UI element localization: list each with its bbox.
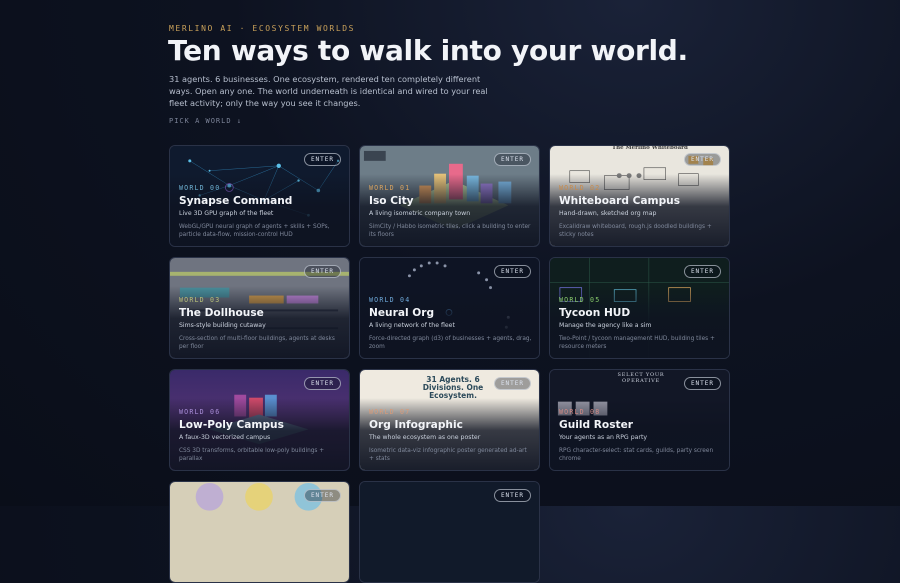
world-name: Org Infographic <box>369 419 463 431</box>
world-tagline: A living network of the fleet <box>369 322 455 329</box>
world-name: Synapse Command <box>179 195 293 207</box>
world-description: Two-Point / tycoon management HUD, build… <box>559 336 715 350</box>
enter-button[interactable]: ENTER <box>683 153 721 166</box>
eyebrow-label: MERLINO AI · ECOSYSTEM WORLDS <box>169 24 356 33</box>
world-description: WebGL/GPU neural graph of agents + skill… <box>179 224 330 238</box>
infographic-art-title: 31 Agents. 6 Divisions. One Ecosystem. <box>422 375 484 400</box>
enter-button[interactable]: ENTER <box>303 153 341 166</box>
world-name: Guild Roster <box>559 419 633 431</box>
world-name: Tycoon HUD <box>559 307 631 319</box>
world-tagline: A faux-3D vectorized campus <box>179 434 271 441</box>
enter-button[interactable]: ENTER <box>493 153 531 166</box>
enter-button[interactable]: ENTER <box>303 489 341 502</box>
enter-button[interactable]: ENTER <box>493 265 531 278</box>
world-tag: WORLD 02 <box>559 184 601 192</box>
world-tag: WORLD 07 <box>369 408 411 416</box>
world-description: Excalidraw whiteboard, rough.js doodled … <box>559 224 712 238</box>
world-tag: WORLD 03 <box>179 296 221 304</box>
enter-button[interactable]: ENTER <box>683 265 721 278</box>
world-card-low-poly-campus[interactable]: ENTER WORLD 06 Low-Poly Campus A faux-3D… <box>169 369 350 471</box>
world-tag: WORLD 08 <box>559 408 601 416</box>
world-name: Low-Poly Campus <box>179 419 284 431</box>
world-description: SimCity / Habbo isometric tiles, click a… <box>369 224 531 238</box>
enter-button[interactable]: ENTER <box>683 377 721 390</box>
world-card-org-infographic[interactable]: 31 Agents. 6 Divisions. One Ecosystem. E… <box>359 369 540 471</box>
world-card-neural-org[interactable]: ENTER WORLD 04 Neural Org A living netwo… <box>359 257 540 359</box>
world-name: The Dollhouse <box>179 307 264 319</box>
enter-button[interactable]: ENTER <box>493 377 531 390</box>
world-card-whiteboard-campus[interactable]: The Merlino Whiteboard ENTER WORLD 02 Wh… <box>549 145 730 247</box>
world-card-synapse-command[interactable]: ENTER WORLD 00 Synapse Command Live 3D G… <box>169 145 350 247</box>
world-tag: WORLD 05 <box>559 296 601 304</box>
world-tagline: Sims-style building cutaway <box>179 322 266 329</box>
whiteboard-art-title: The Merlino Whiteboard <box>612 145 688 151</box>
world-card-iso-city[interactable]: ENTER WORLD 01 Iso City A living isometr… <box>359 145 540 247</box>
enter-button[interactable]: ENTER <box>303 265 341 278</box>
world-card-guild-roster[interactable]: SELECT YOUR OPERATIVE ENTER WORLD 08 Gui… <box>549 369 730 471</box>
world-description: Isometric data-viz infographic poster ge… <box>369 448 527 462</box>
world-tag: WORLD 06 <box>179 408 221 416</box>
world-grid: ENTER WORLD 00 Synapse Command Live 3D G… <box>169 145 730 583</box>
world-tag: WORLD 01 <box>369 184 411 192</box>
enter-button[interactable]: ENTER <box>493 489 531 502</box>
world-description: Force-directed graph (d3) of businesses … <box>369 336 532 350</box>
guild-roster-art-title: SELECT YOUR OPERATIVE <box>617 372 665 384</box>
page-subtitle: 31 agents. 6 businesses. One ecosystem, … <box>169 74 488 108</box>
world-tag: WORLD 00 <box>179 184 221 192</box>
world-tagline: Manage the agency like a sim <box>559 322 652 329</box>
world-tagline: Your agents as an RPG party <box>559 434 648 441</box>
world-tagline: Live 3D GPU graph of the fleet <box>179 210 274 217</box>
enter-button[interactable]: ENTER <box>303 377 341 390</box>
world-tagline: A living isometric company town <box>369 210 471 217</box>
pick-world-link[interactable]: PICK A WORLD ↓ <box>169 117 242 125</box>
world-description: RPG character-select: stat cards, guilds… <box>559 448 714 462</box>
world-name: Iso City <box>369 195 414 207</box>
world-name: Whiteboard Campus <box>559 195 681 207</box>
world-name: Neural Org <box>369 307 435 319</box>
world-card-tycoon-hud[interactable]: ENTER WORLD 05 Tycoon HUD Manage the age… <box>549 257 730 359</box>
world-card-the-dollhouse[interactable]: ENTER WORLD 03 The Dollhouse Sims-style … <box>169 257 350 359</box>
world-card-partial[interactable]: ENTER <box>359 481 540 583</box>
world-tagline: The whole ecosystem as one poster <box>369 434 481 441</box>
world-card-partial[interactable]: ENTER <box>169 481 350 583</box>
world-description: Cross-section of multi-floor buildings, … <box>179 336 335 350</box>
world-description: CSS 3D transforms, orbitable low-poly bu… <box>179 448 325 462</box>
page-title: Ten ways to walk into your world. <box>168 34 688 67</box>
world-tagline: Hand-drawn, sketched org map <box>559 210 657 217</box>
world-tag: WORLD 04 <box>369 296 411 304</box>
